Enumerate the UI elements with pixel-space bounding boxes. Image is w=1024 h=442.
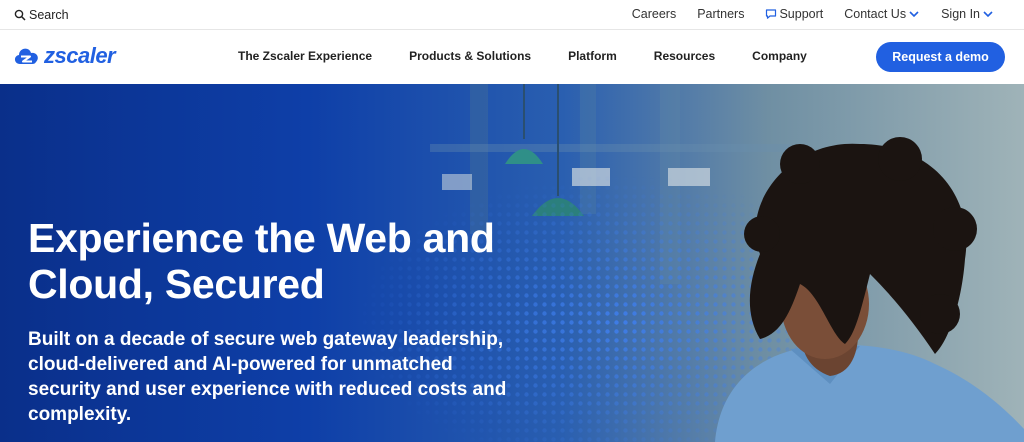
utility-bar: Search Careers Partners Support Contact … (0, 0, 1024, 30)
partners-link[interactable]: Partners (697, 7, 744, 21)
hero-subtitle: Built on a decade of secure web gateway … (28, 329, 507, 425)
logo-wordmark: zscaler (44, 43, 116, 68)
utility-links: Careers Partners Support Contact Us Sign… (611, 7, 994, 21)
careers-link[interactable]: Careers (632, 7, 676, 21)
nav-item-platform[interactable]: Platform (568, 49, 617, 63)
search-icon (14, 9, 26, 21)
signin-dropdown[interactable]: Sign In (941, 7, 994, 21)
chat-bubble-icon (766, 9, 777, 19)
nav-item-experience[interactable]: The Zscaler Experience (238, 49, 372, 63)
support-label: Support (779, 7, 824, 21)
chevron-down-icon (909, 11, 919, 18)
hero-banner: Experience the Web and Cloud, Secured Bu… (0, 84, 1024, 442)
contact-label: Contact Us (844, 7, 907, 21)
request-demo-button[interactable]: Request a demo (876, 42, 1005, 72)
main-navigation: zscaler The Zscaler Experience Products … (0, 30, 1024, 83)
search-label: Search (29, 8, 69, 22)
nav-item-products[interactable]: Products & Solutions (409, 49, 531, 63)
chevron-down-icon (983, 11, 993, 18)
nav-item-resources[interactable]: Resources (654, 49, 715, 63)
support-link[interactable]: Support (765, 7, 823, 21)
hero-title: Experience the Web and Cloud, Secured (28, 215, 495, 307)
nav-item-company[interactable]: Company (752, 49, 807, 63)
contact-dropdown[interactable]: Contact Us (844, 7, 920, 21)
zscaler-logo[interactable]: zscaler (12, 43, 116, 69)
zscaler-cloud-icon (14, 48, 38, 64)
primary-nav: The Zscaler Experience Products & Soluti… (238, 49, 844, 63)
search-button[interactable]: Search (14, 8, 69, 22)
signin-label: Sign In (941, 7, 980, 21)
